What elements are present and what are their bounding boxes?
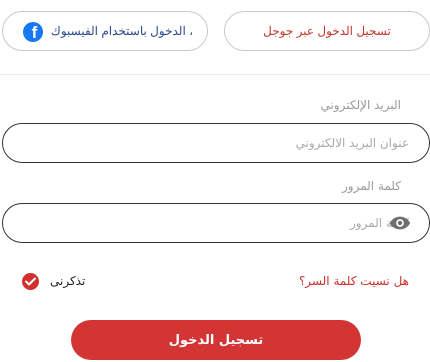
password-field-wrapper — [2, 203, 430, 243]
email-field[interactable] — [3, 124, 429, 162]
google-login-button[interactable]: تسجيل الدخول عبر جوجل — [224, 11, 430, 51]
password-label: كلمة المرور — [341, 179, 401, 193]
check-icon[interactable] — [22, 273, 39, 290]
remember-me-label: تذكرنى — [50, 274, 86, 288]
email-field-wrapper — [2, 123, 430, 163]
eye-icon[interactable] — [389, 215, 411, 231]
email-label: البريد الإلكتروني — [320, 98, 401, 112]
google-login-label: تسجيل الدخول عبر جوجل — [263, 24, 391, 38]
section-divider — [0, 74, 430, 75]
facebook-login-button[interactable]: ، الدخول باستخدام الفيسبوك f — [2, 11, 208, 51]
password-field[interactable] — [3, 204, 429, 242]
forgot-password-link[interactable]: هل نسيت كلمة السر؟ — [299, 274, 409, 288]
login-button[interactable]: تسجيل الدخول — [71, 320, 361, 360]
facebook-login-label: ، الدخول باستخدام الفيسبوك — [50, 24, 193, 38]
facebook-icon: f — [23, 22, 43, 42]
